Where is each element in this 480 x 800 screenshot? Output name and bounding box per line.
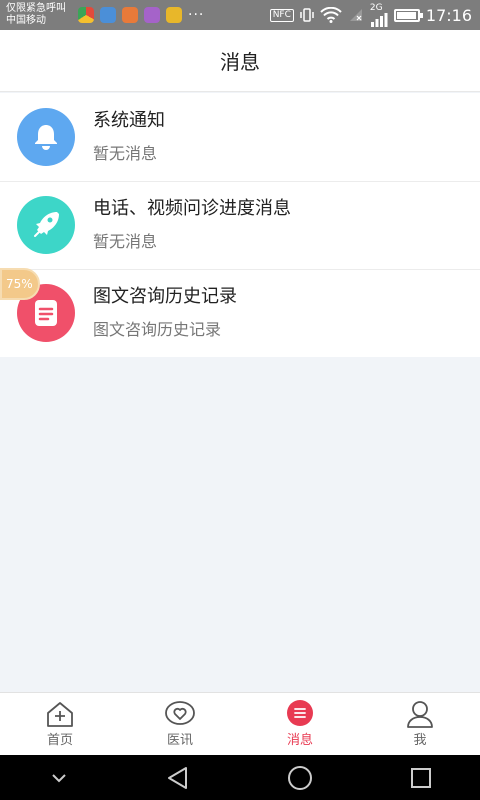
signal-off-icon <box>349 9 362 21</box>
bell-icon <box>17 108 75 166</box>
app-icon <box>122 7 138 23</box>
vibrate-icon <box>300 8 314 22</box>
recent-apps-icon[interactable] <box>410 767 432 789</box>
chrome-icon <box>78 7 94 23</box>
carrier-name: 中国移动 <box>6 15 46 26</box>
home-nav-icon[interactable] <box>287 765 313 791</box>
battery-icon <box>393 8 423 22</box>
emergency-text: 仅限紧急呼叫 <box>6 3 66 14</box>
tab-label: 消息 <box>286 733 313 748</box>
system-nav-bar <box>0 755 480 800</box>
message-item-chat-history[interactable]: 图文咨询历史记录 图文咨询历史记录 <box>0 269 480 357</box>
wifi-icon <box>320 7 342 23</box>
notification-icons <box>78 7 182 23</box>
message-title: 电话、视频问诊进度消息 <box>93 198 291 219</box>
more-notifications: ··· <box>188 7 205 23</box>
message-icon <box>287 700 313 726</box>
message-list: 系统通知 暂无消息 电话、视频问诊进度消息 暂无消息 图文咨询历史记录 图文咨询… <box>0 93 480 357</box>
tab-label: 医讯 <box>166 733 193 748</box>
tab-label: 我 <box>413 733 427 748</box>
floating-progress-badge[interactable]: 75% <box>0 268 40 300</box>
rocket-icon <box>17 196 75 254</box>
clock: 17:16 <box>425 5 472 25</box>
message-subtitle: 图文咨询历史记录 <box>93 320 222 339</box>
message-title: 系统通知 <box>93 110 165 131</box>
page-title: 消息 <box>220 50 260 74</box>
bottom-tab-bar: 首页 医讯 消息 我 <box>0 692 480 755</box>
message-subtitle: 暂无消息 <box>93 232 158 251</box>
tab-home[interactable]: 首页 <box>0 693 120 755</box>
user-icon <box>407 701 433 728</box>
gallery-icon <box>144 7 160 23</box>
tab-news[interactable]: 医讯 <box>120 693 240 755</box>
status-bar: 仅限紧急呼叫 中国移动 ··· NFC 2G 17:16 <box>0 0 480 30</box>
back-icon[interactable] <box>166 766 190 790</box>
message-item-system[interactable]: 系统通知 暂无消息 <box>0 93 480 181</box>
page-header: 消息 <box>0 30 480 92</box>
network-type: 2G <box>369 2 383 13</box>
carrier-info: 仅限紧急呼叫 中国移动 <box>0 3 76 27</box>
message-title: 图文咨询历史记录 <box>93 286 237 307</box>
message-subtitle: 暂无消息 <box>93 144 158 163</box>
weibo-icon <box>166 7 182 23</box>
nfc-icon: NFC <box>269 8 294 22</box>
message-item-consultation-progress[interactable]: 电话、视频问诊进度消息 暂无消息 <box>0 181 480 269</box>
tab-profile[interactable]: 我 <box>360 693 480 755</box>
browser-icon <box>100 7 116 23</box>
tab-label: 首页 <box>46 733 73 748</box>
home-icon <box>47 702 73 727</box>
hide-nav-icon[interactable] <box>49 771 69 785</box>
signal-icon <box>370 12 388 27</box>
tab-messages[interactable]: 消息 <box>240 693 360 755</box>
heart-chat-icon <box>165 701 195 725</box>
